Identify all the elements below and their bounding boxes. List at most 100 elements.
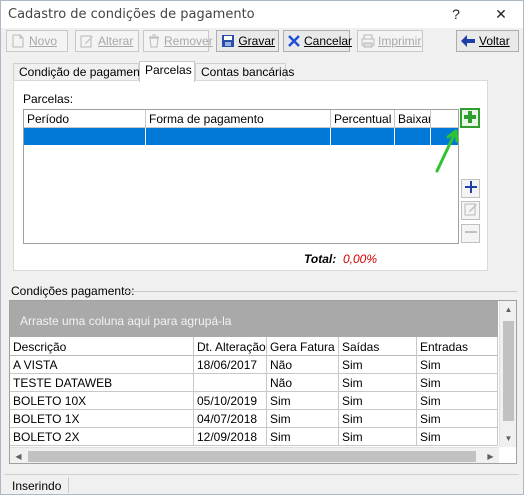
selected-row[interactable]: [24, 128, 458, 145]
cell-dt-alteracao: 04/07/2018: [194, 410, 267, 428]
cell-periodo[interactable]: [24, 128, 146, 145]
cell-saidas: Sim: [339, 374, 417, 392]
cell-baixar[interactable]: [395, 128, 431, 145]
cell-entradas: Sim: [417, 428, 498, 446]
cell-gera-fatura: Sim: [267, 428, 339, 446]
novo-button[interactable]: Novo: [6, 30, 68, 52]
edit-icon: [464, 202, 478, 219]
table-row[interactable]: BOLETO 2X 12/09/2018 Sim Sim Sim: [10, 428, 498, 446]
column-header-forma-de-pagamento[interactable]: Forma de pagamento: [146, 110, 331, 128]
voltar-button[interactable]: Voltar: [456, 30, 519, 52]
parcelas-label: Parcelas:: [23, 92, 74, 106]
vertical-scroll-thumb[interactable]: [503, 321, 514, 421]
new-document-icon: [10, 33, 26, 49]
title-bar: Cadastro de condições de pagamento ? ✕: [1, 1, 523, 28]
horizontal-scroll-thumb[interactable]: [28, 451, 476, 462]
conditions-grid[interactable]: Arraste uma coluna aqui para agrupá-la D…: [9, 300, 517, 464]
gravar-button[interactable]: Gravar: [216, 30, 279, 52]
cell-dt-alteracao: 05/10/2019: [194, 392, 267, 410]
cancelar-label: Cancelar: [304, 34, 353, 48]
window-title: Cadastro de condições de pagamento: [8, 7, 255, 22]
parcelas-grid[interactable]: Período Forma de pagamento Percentual Ba…: [23, 109, 459, 244]
conditions-label: Condições pagamento:: [11, 284, 135, 298]
cell-dt-alteracao: 12/09/2018: [194, 428, 267, 446]
toolbar: Novo Alterar Remover Gravar Cancelar Imp…: [1, 28, 523, 56]
alterar-label: Alterar: [98, 34, 134, 48]
cell-percentual[interactable]: [331, 128, 395, 145]
novo-label: Novo: [29, 34, 58, 48]
conditions-divider: [125, 291, 517, 292]
save-icon: [220, 33, 235, 49]
cell-descricao: BOLETO 1X: [10, 410, 194, 428]
tab-contas-bancarias[interactable]: Contas bancárias: [195, 63, 294, 81]
cell-descricao: A VISTA: [10, 356, 194, 374]
cell-saidas: Sim: [339, 392, 417, 410]
cell-saidas: Sim: [339, 428, 417, 446]
cell-descricao: BOLETO 2X: [10, 428, 194, 446]
add-parcela-button[interactable]: [461, 179, 480, 198]
table-row[interactable]: TESTE DATAWEB Não Sim Sim: [10, 374, 498, 392]
column-header-percentual[interactable]: Percentual: [331, 110, 395, 128]
close-button[interactable]: ✕: [479, 1, 523, 28]
cell-entradas: Sim: [417, 410, 498, 428]
group-by-area[interactable]: Arraste uma coluna aqui para agrupá-la: [10, 301, 498, 337]
imprimir-button[interactable]: Imprimir: [357, 30, 423, 52]
scroll-up-arrow-icon[interactable]: ▲: [500, 301, 516, 318]
parcelas-grid-header: Período Forma de pagamento Percentual Ba…: [24, 110, 458, 128]
green-plus-icon: [463, 110, 477, 127]
status-bar: Inserindo: [4, 474, 519, 494]
table-row[interactable]: BOLETO 1X 04/07/2018 Sim Sim Sim: [10, 410, 498, 428]
back-arrow-icon: [460, 33, 476, 49]
column-header-entradas[interactable]: Entradas: [417, 337, 498, 356]
gravar-label: Gravar: [238, 34, 275, 48]
scroll-right-arrow-icon[interactable]: ▶: [482, 448, 499, 463]
help-button[interactable]: ?: [434, 1, 478, 28]
cell-entradas: Sim: [417, 356, 498, 374]
status-text: Inserindo: [12, 479, 62, 493]
scroll-down-arrow-icon[interactable]: ▼: [500, 430, 516, 447]
cell-forma-de-pagamento[interactable]: [146, 128, 331, 145]
column-header-descricao[interactable]: Descrição: [10, 337, 194, 356]
cell-dt-alteracao: 18/06/2017: [194, 356, 267, 374]
column-header-baixar[interactable]: Baixar: [395, 110, 431, 128]
total-label: Total:: [304, 252, 337, 266]
imprimir-label: Imprimir: [378, 34, 422, 48]
table-row[interactable]: A VISTA 18/06/2017 Não Sim Sim: [10, 356, 498, 374]
cell-saidas: Sim: [339, 410, 417, 428]
tab-parcelas[interactable]: Parcelas: [139, 61, 195, 82]
payment-conditions-window: Cadastro de condições de pagamento ? ✕ N…: [0, 0, 524, 495]
edit-parcela-button[interactable]: [461, 201, 480, 220]
column-header-periodo[interactable]: Período: [24, 110, 146, 128]
column-header-dt-alteracao[interactable]: Dt. Alteração: [194, 337, 267, 356]
plus-icon: [464, 181, 477, 196]
annotation-arrow-icon: [435, 129, 459, 173]
remover-label: Remover: [164, 34, 213, 48]
edit-icon: [79, 33, 95, 49]
total-value: 0,00%: [343, 252, 378, 266]
parcelas-panel: Parcelas: Período Forma de pagamento Per…: [13, 80, 488, 271]
cell-entradas: Sim: [417, 392, 498, 410]
printer-icon: [361, 33, 375, 49]
cell-gera-fatura: Sim: [267, 410, 339, 428]
conditions-grid-header: Descrição Dt. Alteração Gera Fatura Saíd…: [10, 337, 498, 356]
column-header-saidas[interactable]: Saídas: [339, 337, 417, 356]
remove-icon: [147, 33, 161, 49]
cell-gera-fatura: Sim: [267, 392, 339, 410]
cell-descricao: BOLETO 10X: [10, 392, 194, 410]
cell-gera-fatura: Não: [267, 356, 339, 374]
voltar-label: Voltar: [479, 34, 510, 48]
remover-button[interactable]: Remover: [143, 30, 213, 52]
scroll-left-arrow-icon[interactable]: ◀: [10, 448, 27, 463]
cell-dt-alteracao: [194, 374, 267, 392]
horizontal-scrollbar[interactable]: ◀ ▶: [10, 447, 499, 463]
vertical-scrollbar[interactable]: ▲ ▼: [499, 301, 516, 447]
column-header-gera-fatura[interactable]: Gera Fatura: [267, 337, 339, 356]
remove-parcela-button[interactable]: [461, 224, 480, 243]
minus-icon: [464, 226, 477, 241]
tab-condicao-de-pagamento[interactable]: Condição de pagamento: [13, 63, 150, 81]
status-divider: [68, 477, 69, 493]
alterar-button[interactable]: Alterar: [75, 30, 139, 52]
cell-entradas: Sim: [417, 374, 498, 392]
table-row[interactable]: BOLETO 10X 05/10/2019 Sim Sim Sim: [10, 392, 498, 410]
cancelar-button[interactable]: Cancelar: [283, 30, 353, 52]
